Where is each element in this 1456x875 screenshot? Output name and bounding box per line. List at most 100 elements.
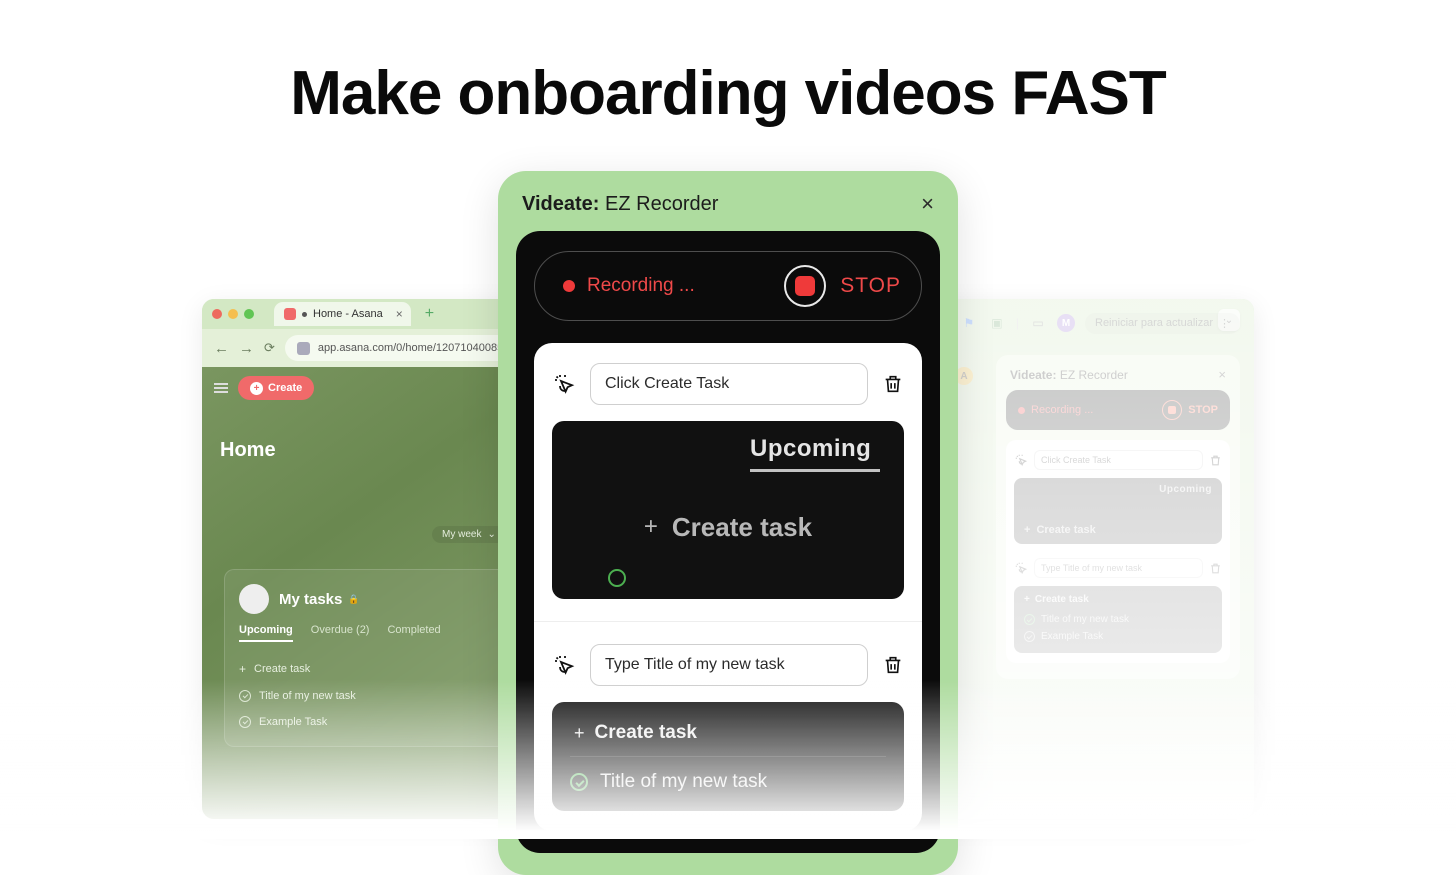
browser-tab[interactable]: Home - Asana ×: [274, 302, 411, 326]
my-tasks-card: My tasks 🔒 Upcoming Overdue (2) Complete…: [224, 569, 534, 747]
step-input[interactable]: [1034, 558, 1203, 578]
brand-text: Videate:: [522, 193, 599, 215]
plus-icon: +: [574, 723, 585, 744]
week-label: My week: [442, 529, 481, 540]
stage: Home - Asana × + ← → ⟳ app.asana.com/0/h…: [0, 159, 1456, 839]
recording-label: Recording ...: [1031, 404, 1093, 416]
task-label: Example Task: [259, 716, 327, 728]
stop-icon: [784, 265, 826, 307]
stop-icon: [1162, 400, 1182, 420]
task-label: Title of my new task: [259, 690, 356, 702]
plus-icon: +: [239, 662, 246, 676]
card-title-text: My tasks: [279, 591, 342, 608]
create-task-label: Create task: [254, 663, 310, 675]
screenshot-task-row: Title of my new task: [570, 756, 886, 793]
plus-icon: +: [250, 382, 263, 395]
cursor-click-icon: [552, 653, 576, 677]
step-row: [552, 363, 904, 405]
screenshot-task-label: Title of my new task: [1041, 614, 1129, 625]
site-info-icon[interactable]: [297, 342, 310, 355]
restart-label: Reiniciar para actualizar: [1095, 317, 1213, 329]
task-row[interactable]: Example Task: [239, 716, 519, 728]
divider: [534, 621, 922, 622]
screenshot-create-header: + Create task: [570, 718, 886, 756]
check-icon: [1024, 614, 1035, 625]
screenshot-create-label: Create task: [595, 722, 697, 744]
window-maximize-icon[interactable]: [244, 309, 254, 319]
new-tab-icon[interactable]: +: [425, 305, 434, 323]
hamburger-icon[interactable]: [214, 381, 228, 395]
card-tabs: Upcoming Overdue (2) Completed: [239, 624, 519, 642]
close-icon[interactable]: ×: [1218, 367, 1226, 382]
restart-button[interactable]: Reiniciar para actualizar ⋮: [1085, 313, 1240, 334]
product-text: EZ Recorder: [605, 193, 718, 215]
steps-card: Upcoming +Create task + Create task Title…: [1006, 440, 1230, 663]
screenshot-task-label: Title of my new task: [600, 771, 767, 793]
recorder-title: Videate: EZ Recorder ×: [1006, 367, 1230, 390]
week-selector[interactable]: My week ⌄: [432, 526, 506, 543]
cursor-click-icon: [1014, 561, 1028, 575]
step-screenshot: Upcoming +Create task: [1014, 478, 1222, 544]
small-recorder-panel: Videate: EZ Recorder × Recording ... STO…: [996, 355, 1240, 679]
tab-status-dot-icon: [302, 312, 307, 317]
screenshot-create-task: + Create task: [644, 512, 812, 543]
url-text: app.asana.com/0/home/12071040085: [318, 342, 503, 354]
screenshot-upcoming-label: Upcoming: [750, 435, 880, 472]
reload-icon[interactable]: ⟳: [264, 340, 275, 356]
step-input[interactable]: [1034, 450, 1203, 470]
stop-button[interactable]: STOP: [784, 265, 901, 307]
recording-label: Recording ...: [587, 275, 695, 297]
menu-dots-icon: ⋮: [1219, 317, 1230, 330]
screenshot-task-label: Example Task: [1041, 631, 1103, 642]
trash-icon[interactable]: [1209, 562, 1222, 575]
screenshot-create-label: Create task: [1035, 594, 1089, 605]
tab-overdue[interactable]: Overdue (2): [311, 624, 370, 642]
close-icon[interactable]: ×: [921, 191, 934, 217]
trash-icon[interactable]: [1209, 454, 1222, 467]
stop-label: STOP: [1188, 404, 1218, 416]
create-task-row[interactable]: + Create task: [239, 662, 519, 676]
headline: Make onboarding videos FAST: [0, 0, 1456, 129]
step-screenshot: Upcoming + Create task: [552, 421, 904, 599]
plus-icon: +: [644, 513, 658, 541]
recording-capsule: Recording ... STOP: [1006, 390, 1230, 430]
tab-completed[interactable]: Completed: [387, 624, 440, 642]
extension-icon[interactable]: ▣: [988, 314, 1006, 332]
trash-icon[interactable]: [882, 373, 904, 395]
extension-icon[interactable]: ⚑: [960, 314, 978, 332]
step-input[interactable]: [590, 363, 868, 405]
task-row[interactable]: Title of my new task: [239, 690, 519, 702]
card-title: My tasks 🔒: [279, 591, 360, 608]
recording-indicator: Recording ...: [1018, 404, 1093, 416]
profile-badge[interactable]: M: [1057, 314, 1075, 332]
extension-icon[interactable]: ▭: [1029, 314, 1047, 332]
nav-forward-icon[interactable]: →: [239, 340, 254, 357]
avatar[interactable]: [239, 584, 269, 614]
tab-upcoming[interactable]: Upcoming: [239, 624, 293, 642]
record-dot-icon: [563, 280, 575, 292]
step-row: [1014, 450, 1222, 470]
steps-card: Upcoming + Create task: [534, 343, 922, 831]
step-row: [1014, 558, 1222, 578]
tab-title: Home - Asana: [313, 308, 383, 320]
create-button[interactable]: + Create: [238, 376, 314, 400]
stop-label: STOP: [840, 274, 901, 298]
stop-button[interactable]: STOP: [1162, 400, 1218, 420]
brand-text: Videate:: [1010, 368, 1056, 382]
task-checkbox-icon[interactable]: [239, 716, 251, 728]
plus-icon: +: [1024, 594, 1030, 605]
window-minimize-icon[interactable]: [228, 309, 238, 319]
recording-indicator: Recording ...: [563, 275, 695, 297]
check-icon: [1024, 631, 1035, 642]
favicon-icon: [284, 308, 296, 320]
cursor-click-icon: [552, 372, 576, 396]
step-input[interactable]: [590, 644, 868, 686]
task-checkbox-icon[interactable]: [239, 690, 251, 702]
tab-close-icon[interactable]: ×: [396, 307, 403, 321]
trash-icon[interactable]: [882, 654, 904, 676]
window-close-icon[interactable]: [212, 309, 222, 319]
recorder-body: Recording ... STOP: [516, 231, 940, 853]
record-dot-icon: [1018, 407, 1025, 414]
screenshot-upcoming-label: Upcoming: [1159, 484, 1212, 495]
nav-back-icon[interactable]: ←: [214, 340, 229, 357]
